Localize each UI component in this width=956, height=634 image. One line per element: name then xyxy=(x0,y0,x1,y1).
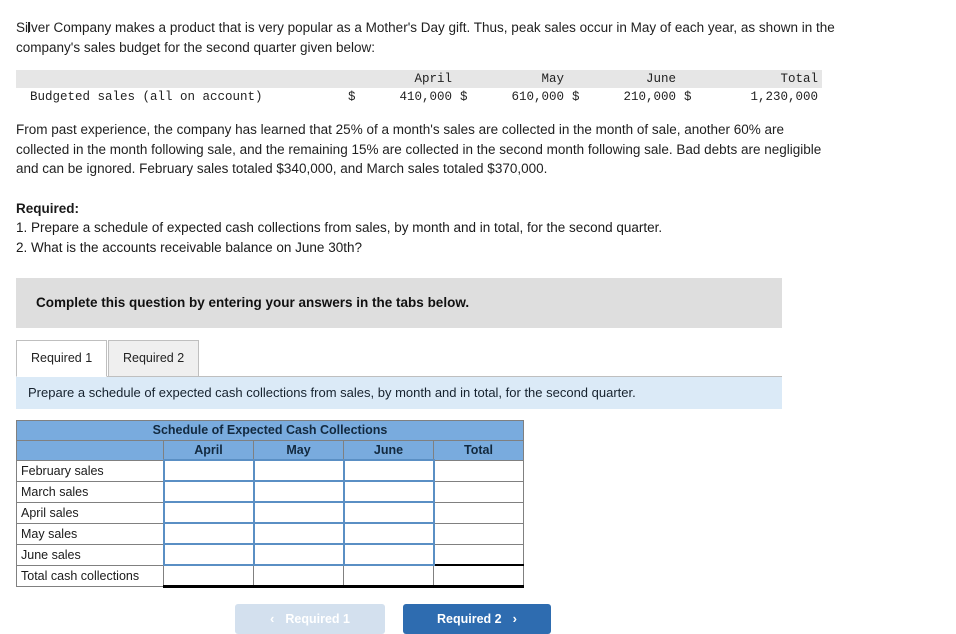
chevron-left-icon: ‹ xyxy=(270,611,275,626)
budget-value-may: 610,000 xyxy=(474,88,564,107)
tab-required-1-label: Required 1 xyxy=(31,351,93,365)
budget-row-label: Budgeted sales (all on account) xyxy=(16,88,340,107)
output-cell-total-may xyxy=(253,564,344,588)
budget-header-blank xyxy=(16,70,340,89)
navigation-buttons: ‹ Required 1 Required 2 › xyxy=(235,603,940,634)
budget-header-april: April xyxy=(362,70,452,89)
complete-question-banner: Complete this question by entering your … xyxy=(16,277,782,328)
schedule-header: Schedule of Expected Cash Collections Ap… xyxy=(16,419,524,461)
output-cell-grand-total xyxy=(433,564,524,588)
input-cell-march-april[interactable] xyxy=(162,480,255,503)
schedule-row-label: April sales xyxy=(16,501,164,524)
required-item-1: 1. Prepare a schedule of expected cash c… xyxy=(16,220,663,236)
input-cell-june-may[interactable] xyxy=(252,543,345,566)
table-row: May sales xyxy=(16,522,524,545)
input-cell-april-june[interactable] xyxy=(342,501,435,524)
input-cell-march-june[interactable] xyxy=(342,480,435,503)
next-required-2-label: Required 2 xyxy=(437,611,502,626)
output-cell-march-total xyxy=(433,480,524,503)
currency-symbol-total: $ xyxy=(676,88,698,107)
required-heading: Required: xyxy=(16,200,80,216)
input-cell-april-april[interactable] xyxy=(162,501,255,524)
next-required-2-button[interactable]: Required 2 › xyxy=(403,603,551,634)
tab-required-2[interactable]: Required 2 xyxy=(108,339,200,377)
table-row: April May June Total xyxy=(16,70,822,89)
schedule-header-blank xyxy=(16,439,164,461)
output-cell-june-total xyxy=(433,543,524,566)
chevron-right-icon: › xyxy=(512,611,517,626)
schedule-body: February sales March sales April sales M… xyxy=(16,459,524,588)
output-cell-april-total xyxy=(433,501,524,524)
prev-required-1-button[interactable]: ‹ Required 1 xyxy=(235,603,385,634)
currency-symbol-june: $ xyxy=(564,88,586,107)
budget-header-total: Total xyxy=(698,70,822,89)
table-row: April sales xyxy=(16,501,524,524)
required-block: Required: 1. Prepare a schedule of expec… xyxy=(16,199,940,258)
schedule-of-expected-cash-collections-table: Schedule of Expected Cash Collections Ap… xyxy=(16,419,524,588)
output-cell-total-june xyxy=(343,564,434,588)
intro-text-after-caret: lver Company makes a product that is ver… xyxy=(16,20,835,55)
schedule-header-april: April xyxy=(163,439,254,461)
intro-text-before-caret: Si xyxy=(16,20,29,35)
currency-symbol-may: $ xyxy=(452,88,474,107)
tab-required-2-label: Required 2 xyxy=(123,351,185,365)
schedule-header-june: June xyxy=(343,439,434,461)
intro-paragraph-1: Silver Company makes a product that is v… xyxy=(16,18,856,57)
schedule-table-wrapper: Schedule of Expected Cash Collections Ap… xyxy=(16,419,940,588)
budget-header-spacer-may xyxy=(452,70,474,89)
schedule-row-label: May sales xyxy=(16,522,164,545)
input-cell-april-may[interactable] xyxy=(252,501,345,524)
input-cell-february-april[interactable] xyxy=(162,459,255,482)
table-row: April May June Total xyxy=(16,439,524,461)
requirement-tabs: Required 1 Required 2 xyxy=(16,339,782,377)
schedule-row-label: June sales xyxy=(16,543,164,566)
complete-question-banner-text: Complete this question by entering your … xyxy=(36,295,470,310)
table-row: February sales xyxy=(16,459,524,482)
table-row: Total cash collections xyxy=(16,564,524,588)
table-row: March sales xyxy=(16,480,524,503)
table-row: June sales xyxy=(16,543,524,566)
budget-header-may: May xyxy=(474,70,564,89)
schedule-row-label: March sales xyxy=(16,480,164,503)
schedule-total-row-label: Total cash collections xyxy=(16,564,164,587)
output-cell-may-total xyxy=(433,522,524,545)
output-cell-february-total xyxy=(433,459,524,482)
tab-instruction-bar: Prepare a schedule of expected cash coll… xyxy=(16,376,782,409)
input-cell-june-april[interactable] xyxy=(162,543,255,566)
tab-required-1[interactable]: Required 1 xyxy=(16,339,108,377)
input-cell-february-june[interactable] xyxy=(342,459,435,482)
budget-value-total: 1,230,000 xyxy=(698,88,822,107)
budgeted-sales-body: Budgeted sales (all on account) $ 410,00… xyxy=(16,88,822,107)
input-cell-march-may[interactable] xyxy=(252,480,345,503)
output-cell-total-april xyxy=(163,564,254,588)
intro-paragraph-2: From past experience, the company has le… xyxy=(16,122,822,177)
question-page: Silver Company makes a product that is v… xyxy=(0,0,956,634)
budget-header-spacer-total xyxy=(676,70,698,89)
table-row: Budgeted sales (all on account) $ 410,00… xyxy=(16,88,822,107)
budget-value-april: 410,000 xyxy=(362,88,452,107)
budget-header-june: June xyxy=(586,70,676,89)
budgeted-sales-header: April May June Total xyxy=(16,70,822,89)
input-cell-may-may[interactable] xyxy=(252,522,345,545)
prev-required-1-label: Required 1 xyxy=(285,611,350,626)
required-item-2: 2. What is the accounts receivable balan… xyxy=(16,239,362,255)
budget-header-spacer-june xyxy=(564,70,586,89)
schedule-header-may: May xyxy=(253,439,344,461)
tab-instruction-text: Prepare a schedule of expected cash coll… xyxy=(28,385,636,400)
budgeted-sales-table: April May June Total Budgeted sales (all… xyxy=(16,70,822,107)
schedule-row-label: February sales xyxy=(16,459,164,482)
schedule-header-total: Total xyxy=(433,439,524,461)
input-cell-may-june[interactable] xyxy=(342,522,435,545)
currency-symbol-april: $ xyxy=(340,88,362,107)
schedule-title: Schedule of Expected Cash Collections xyxy=(16,419,524,441)
input-cell-june-june[interactable] xyxy=(342,543,435,566)
input-cell-february-may[interactable] xyxy=(252,459,345,482)
budget-value-june: 210,000 xyxy=(586,88,676,107)
table-row: Schedule of Expected Cash Collections xyxy=(16,419,524,441)
budget-header-spacer-april xyxy=(340,70,362,89)
input-cell-may-april[interactable] xyxy=(162,522,255,545)
